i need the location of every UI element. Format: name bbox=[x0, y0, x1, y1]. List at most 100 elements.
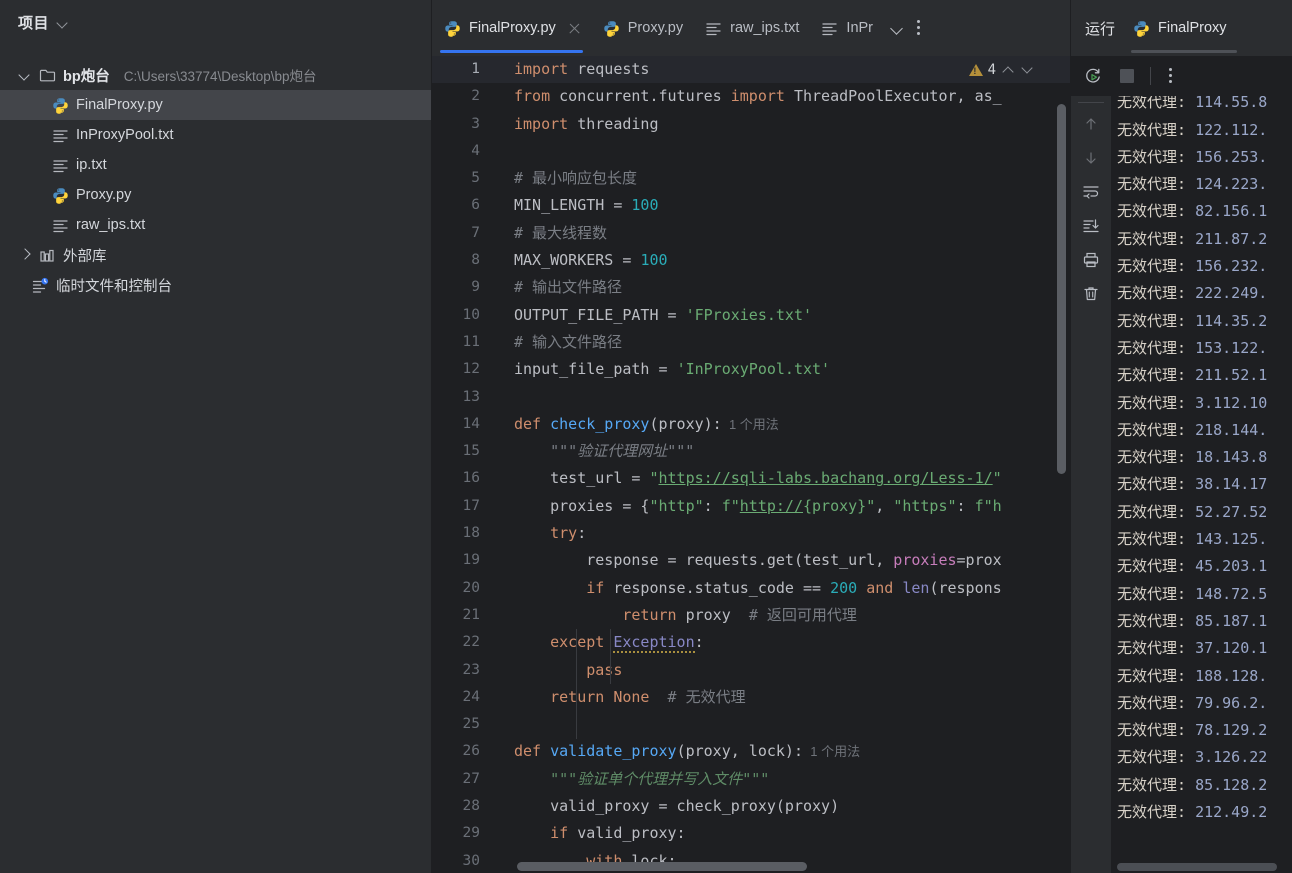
project-tree: bp炮台 C:\Users\33774\Desktop\bp炮台 FinalProx… bbox=[0, 44, 431, 300]
code-line[interactable]: OUTPUT_FILE_PATH = 'FProxies.txt' bbox=[492, 302, 1070, 329]
console-label: 无效代理: bbox=[1117, 557, 1187, 576]
run-configuration-tab[interactable]: FinalProxy bbox=[1125, 0, 1239, 56]
kebab-menu-icon[interactable] bbox=[1159, 61, 1183, 91]
code-editor[interactable]: 1 2 3 4 5 6 7 8 9 10 11 12 13 14 15 16 17 18 19 20 21 22 23 24 2… bbox=[432, 56, 1070, 873]
soft-wrap-icon[interactable] bbox=[1072, 175, 1110, 209]
code-line[interactable]: """验证代理网址""" bbox=[492, 438, 1070, 465]
chevron-down-icon[interactable] bbox=[57, 16, 70, 29]
close-icon[interactable] bbox=[568, 22, 581, 35]
indent-guide bbox=[576, 629, 577, 739]
rerun-icon[interactable] bbox=[1078, 61, 1108, 91]
editor-tab-inpr[interactable]: InPr bbox=[809, 0, 883, 56]
code-line[interactable]: proxies = {"http": f"http://{proxy}", "h… bbox=[492, 493, 1070, 520]
tree-item-label: InProxyPool.txt bbox=[76, 127, 174, 143]
tree-item-ip-txt[interactable]: ip.txt bbox=[0, 150, 431, 180]
code-line[interactable]: test_url = "https://sqli-labs.bachang.or… bbox=[492, 465, 1070, 492]
stop-icon[interactable] bbox=[1112, 61, 1142, 91]
code-line[interactable]: pass bbox=[492, 657, 1070, 684]
console-output[interactable]: C:\Users\33774\A无效代理: 114.55.8无效代理: 122.… bbox=[1111, 56, 1292, 873]
editor-vertical-scrollbar[interactable] bbox=[1057, 104, 1066, 474]
chevron-right-icon[interactable] bbox=[18, 248, 32, 262]
console-line: 无效代理: 188.128. bbox=[1117, 663, 1292, 690]
console-ip: 114.35.2 bbox=[1195, 311, 1268, 330]
console-ip: 188.128. bbox=[1195, 666, 1268, 685]
code-line[interactable]: # 最大线程数 bbox=[492, 220, 1070, 247]
tree-item-inproxypool-txt[interactable]: InProxyPool.txt bbox=[0, 120, 431, 150]
code-line[interactable]: try: bbox=[492, 520, 1070, 547]
tree-item-finalproxy-py[interactable]: FinalProxy.py bbox=[0, 90, 431, 120]
console-line: 无效代理: 18.143.8 bbox=[1117, 444, 1292, 471]
code-line[interactable]: MAX_WORKERS = 100 bbox=[492, 247, 1070, 274]
inspection-widget[interactable]: 4 bbox=[960, 56, 1040, 83]
code-line[interactable]: if response.status_code == 200 and len(r… bbox=[492, 575, 1070, 602]
chevron-down-icon[interactable] bbox=[889, 20, 905, 36]
editor-tab-raw_ips-txt[interactable]: raw_ips.txt bbox=[693, 0, 809, 56]
chevron-up-icon[interactable] bbox=[1001, 63, 1015, 77]
code-line[interactable]: from concurrent.futures import ThreadPoo… bbox=[492, 83, 1070, 110]
console-ip: 148.72.5 bbox=[1195, 584, 1268, 603]
code-line[interactable]: MIN_LENGTH = 100 bbox=[492, 192, 1070, 219]
console-line: 无效代理: 156.253. bbox=[1117, 144, 1292, 171]
code-line[interactable]: # 输出文件路径 bbox=[492, 274, 1070, 301]
chevron-down-icon[interactable] bbox=[1020, 63, 1034, 77]
arrow-down-icon[interactable] bbox=[1072, 141, 1110, 175]
code-line[interactable]: return None # 无效代理 bbox=[492, 684, 1070, 711]
folder-icon bbox=[39, 67, 56, 84]
console-ip: 211.87.2 bbox=[1195, 229, 1268, 248]
console-line: 无效代理: 114.35.2 bbox=[1117, 308, 1292, 335]
code-line[interactable]: return proxy # 返回可用代理 bbox=[492, 602, 1070, 629]
code-content[interactable]: import requests from concurrent.futures i… bbox=[492, 56, 1070, 873]
console-line: 无效代理: 3.112.10 bbox=[1117, 390, 1292, 417]
console-line: 无效代理: 3.126.22 bbox=[1117, 744, 1292, 771]
code-line[interactable] bbox=[492, 711, 1070, 738]
trash-icon[interactable] bbox=[1072, 277, 1110, 311]
code-line[interactable]: except Exception: bbox=[492, 629, 1070, 656]
code-line[interactable]: response = requests.get(test_url, proxie… bbox=[492, 547, 1070, 574]
code-line[interactable] bbox=[492, 138, 1070, 165]
run-action-toolbar bbox=[1070, 56, 1292, 96]
console-line: 无效代理: 212.49.2 bbox=[1117, 799, 1292, 826]
console-label: 无效代理: bbox=[1117, 338, 1187, 357]
project-tool-window-header[interactable]: 项目 bbox=[0, 0, 431, 44]
console-label: 无效代理: bbox=[1117, 639, 1187, 658]
line-number: 18 bbox=[462, 525, 480, 542]
run-console-body: C:\Users\33774\A无效代理: 114.55.8无效代理: 122.… bbox=[1071, 56, 1292, 873]
console-ip: 78.129.2 bbox=[1195, 721, 1268, 740]
inspection-count: 4 bbox=[987, 61, 996, 78]
tree-item-临时文件和控制台[interactable]: 临时文件和控制台 bbox=[0, 270, 431, 300]
tree-item-label: Proxy.py bbox=[76, 187, 132, 203]
line-number: 15 bbox=[462, 443, 480, 460]
line-number: 1 bbox=[432, 56, 492, 84]
scroll-to-end-icon[interactable] bbox=[1072, 209, 1110, 243]
print-icon[interactable] bbox=[1072, 243, 1110, 277]
console-label: 无效代理: bbox=[1117, 748, 1187, 767]
tree-item-raw_ips-txt[interactable]: raw_ips.txt bbox=[0, 210, 431, 240]
editor-tab-finalproxy-py[interactable]: FinalProxy.py bbox=[432, 0, 591, 56]
text-file-icon bbox=[705, 20, 722, 37]
code-line[interactable]: import threading bbox=[492, 111, 1070, 138]
editor-tab-proxy-py[interactable]: Proxy.py bbox=[591, 0, 693, 56]
code-line[interactable]: valid_proxy = check_proxy(proxy) bbox=[492, 793, 1070, 820]
tree-item-proxy-py[interactable]: Proxy.py bbox=[0, 180, 431, 210]
console-ip: 18.143.8 bbox=[1195, 448, 1268, 467]
code-line[interactable]: def check_proxy(proxy): 1 个用法 bbox=[492, 411, 1070, 438]
console-horizontal-scrollbar[interactable] bbox=[1117, 863, 1277, 871]
code-line[interactable]: if valid_proxy: bbox=[492, 820, 1070, 847]
code-line[interactable] bbox=[492, 384, 1070, 411]
code-line[interactable]: def validate_proxy(proxy, lock): 1 个用法 bbox=[492, 738, 1070, 765]
page-title: 项目 bbox=[18, 14, 50, 32]
arrow-up-icon[interactable] bbox=[1072, 107, 1110, 141]
tree-item-外部库[interactable]: 外部库 bbox=[0, 240, 431, 270]
editor-horizontal-scrollbar[interactable] bbox=[517, 862, 807, 871]
kebab-menu-icon[interactable] bbox=[909, 19, 927, 37]
code-line[interactable]: input_file_path = 'InProxyPool.txt' bbox=[492, 356, 1070, 383]
line-number: 11 bbox=[462, 333, 480, 350]
tree-item-bp炮台[interactable]: bp炮台 C:\Users\33774\Desktop\bp炮台 bbox=[0, 60, 431, 90]
console-label: 无效代理: bbox=[1117, 666, 1187, 685]
console-ip: 3.112.10 bbox=[1195, 393, 1268, 412]
toolbar-divider bbox=[1150, 67, 1151, 85]
code-line[interactable]: # 最小响应包长度 bbox=[492, 165, 1070, 192]
code-line[interactable]: # 输入文件路径 bbox=[492, 329, 1070, 356]
chevron-down-icon[interactable] bbox=[18, 68, 32, 82]
code-line[interactable]: """验证单个代理并写入文件""" bbox=[492, 766, 1070, 793]
